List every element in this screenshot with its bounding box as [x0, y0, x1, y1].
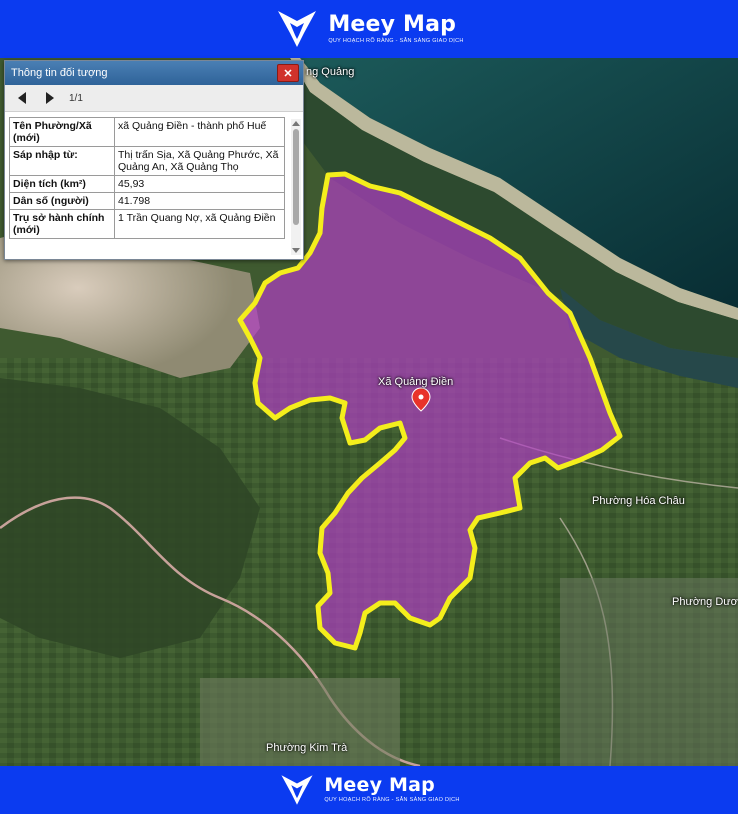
info-popup: Thông tin đối tượng ✕ 1/1 Tên Phường/Xã … [4, 60, 304, 260]
meey-logo-icon [278, 11, 317, 47]
row-value: Thị trấn Sịa, Xã Quảng Phước, Xã Quảng A… [114, 146, 285, 176]
popup-header: Thông tin đối tượng ✕ [5, 61, 303, 85]
place-label-duong-no: Phường Dươ [672, 596, 738, 608]
meey-logo-icon [281, 775, 313, 805]
info-table: Tên Phường/Xã (mới) xã Quảng Điền - thàn… [9, 117, 285, 239]
row-value: 41.798 [114, 192, 285, 210]
row-value: xã Quảng Điền - thành phố Huế [114, 117, 285, 147]
table-row: Dân số (người) 41.798 [9, 192, 285, 210]
brand-logo: Meey Map QUY HOẠCH RÕ RÀNG - SẴN SÀNG GI… [274, 7, 463, 51]
page-indicator: 1/1 [69, 92, 83, 104]
table-row: Diện tích (km²) 45,93 [9, 175, 285, 193]
brand-name: Meey Map [324, 774, 435, 797]
brand-logo: Meey Map QUY HOẠCH RÕ RÀNG - SẴN SÀNG GI… [278, 772, 459, 808]
row-key: Trụ sở hành chính (mới) [9, 209, 115, 239]
row-key: Dân số (người) [9, 192, 115, 210]
close-button[interactable]: ✕ [277, 64, 299, 82]
prev-arrow-icon[interactable] [13, 89, 31, 107]
place-label-hoa-chau: Phường Hóa Châu [592, 495, 685, 507]
top-banner: Meey Map QUY HOẠCH RÕ RÀNG - SẴN SÀNG GI… [0, 0, 738, 58]
brand-tagline: QUY HOẠCH RÕ RÀNG - SẴN SÀNG GIAO DỊCH [324, 797, 460, 804]
brand-tagline: QUY HOẠCH RÕ RÀNG - SẴN SÀNG GIAO DỊCH [328, 37, 464, 44]
next-arrow-icon[interactable] [41, 89, 59, 107]
row-value: 45,93 [114, 175, 285, 193]
bottom-banner: Meey Map QUY HOẠCH RÕ RÀNG - SẴN SÀNG GI… [0, 766, 738, 814]
row-key: Tên Phường/Xã (mới) [9, 117, 115, 147]
commune-label: Xã Quảng Điền [378, 376, 454, 388]
table-row: Trụ sở hành chính (mới) 1 Trần Quang Nợ,… [9, 209, 285, 239]
scroll-thumb[interactable] [293, 129, 299, 225]
popup-pager: 1/1 [5, 85, 303, 112]
popup-title: Thông tin đối tượng [11, 67, 108, 79]
info-table-wrap[interactable]: Tên Phường/Xã (mới) xã Quảng Điền - thàn… [9, 117, 285, 255]
brand-name: Meey Map [328, 11, 457, 37]
place-label-quang: ng Quảng [306, 66, 355, 78]
row-key: Sáp nhập từ: [9, 146, 115, 176]
place-label-kim-tra: Phường Kim Trà [266, 742, 348, 754]
popup-scrollbar[interactable] [291, 119, 301, 255]
row-key: Diện tích (km²) [9, 175, 115, 193]
scroll-up-icon[interactable] [292, 121, 300, 126]
table-row: Tên Phường/Xã (mới) xã Quảng Điền - thàn… [9, 117, 285, 147]
table-row: Sáp nhập từ: Thị trấn Sịa, Xã Quảng Phướ… [9, 146, 285, 176]
scroll-down-icon[interactable] [292, 248, 300, 253]
row-value: 1 Trần Quang Nợ, xã Quảng Điền [114, 209, 285, 239]
